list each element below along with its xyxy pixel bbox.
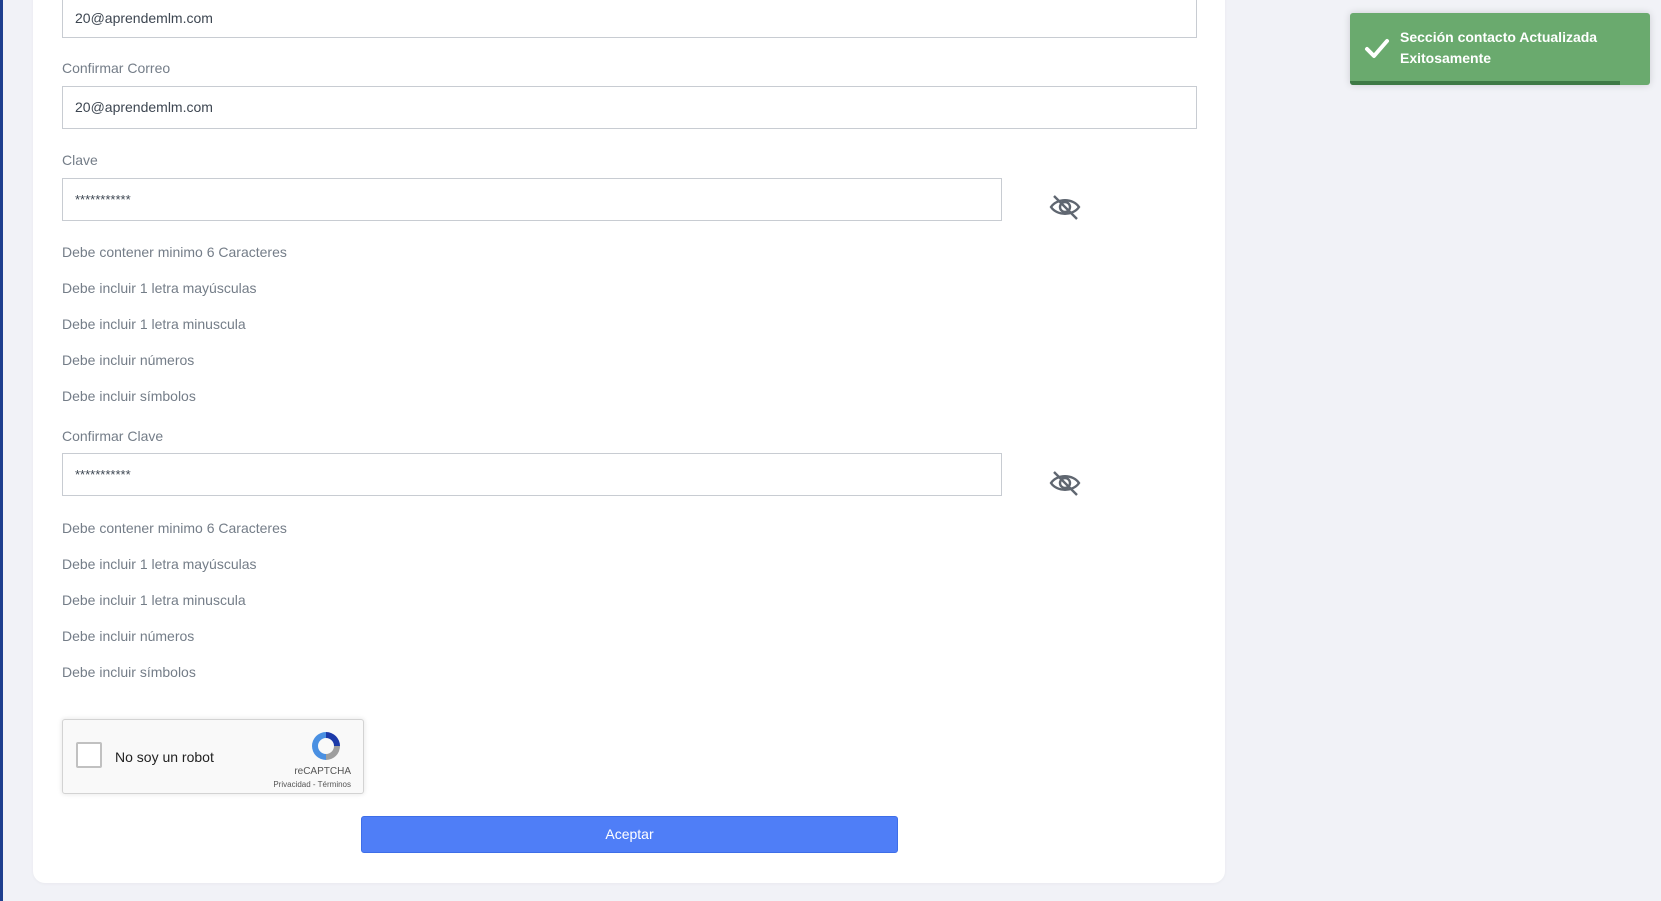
recaptcha-logo-icon — [312, 732, 340, 760]
toast-progress-bar — [1350, 81, 1620, 85]
confirm-rule-length: Debe contener minimo 6 Caracteres — [62, 520, 287, 536]
recaptcha-checkbox[interactable] — [76, 742, 102, 768]
check-icon — [1365, 39, 1389, 58]
confirm-password-field[interactable]: *********** — [62, 453, 1002, 496]
recaptcha-links[interactable]: Privacidad - Términos — [273, 780, 351, 789]
password-rule-lowercase: Debe incluir 1 letra minuscula — [62, 316, 246, 332]
sidebar-edge — [0, 0, 3, 901]
email-field[interactable]: 20@aprendemlm.com — [62, 0, 1197, 38]
password-rule-uppercase: Debe incluir 1 letra mayúsculas — [62, 280, 257, 296]
confirm-rule-uppercase: Debe incluir 1 letra mayúsculas — [62, 556, 257, 572]
confirm-rule-lowercase: Debe incluir 1 letra minuscula — [62, 592, 246, 608]
password-field[interactable]: *********** — [62, 178, 1002, 221]
eye-slash-icon[interactable] — [1048, 193, 1082, 221]
password-rule-symbols: Debe incluir símbolos — [62, 388, 196, 404]
accept-button[interactable]: Aceptar — [361, 816, 898, 853]
password-label: Clave — [62, 152, 98, 168]
recaptcha-brand: reCAPTCHA — [294, 766, 351, 777]
toast-message: Sección contacto Actualizada Exitosament… — [1400, 29, 1598, 66]
confirm-email-label: Confirmar Correo — [62, 60, 171, 76]
recaptcha-widget: No soy un robot reCAPTCHA Privacidad - T… — [62, 719, 364, 794]
confirm-rule-symbols: Debe incluir símbolos — [62, 664, 196, 680]
password-rule-numbers: Debe incluir números — [62, 352, 195, 368]
confirm-email-field[interactable]: 20@aprendemlm.com — [62, 86, 1197, 129]
recaptcha-label: No soy un robot — [115, 749, 214, 765]
confirm-rule-numbers: Debe incluir números — [62, 628, 195, 644]
password-rule-length: Debe contener minimo 6 Caracteres — [62, 244, 287, 260]
confirm-password-label: Confirmar Clave — [62, 428, 164, 444]
success-toast[interactable]: Sección contacto Actualizada Exitosament… — [1350, 13, 1650, 85]
eye-slash-icon[interactable] — [1048, 469, 1082, 497]
